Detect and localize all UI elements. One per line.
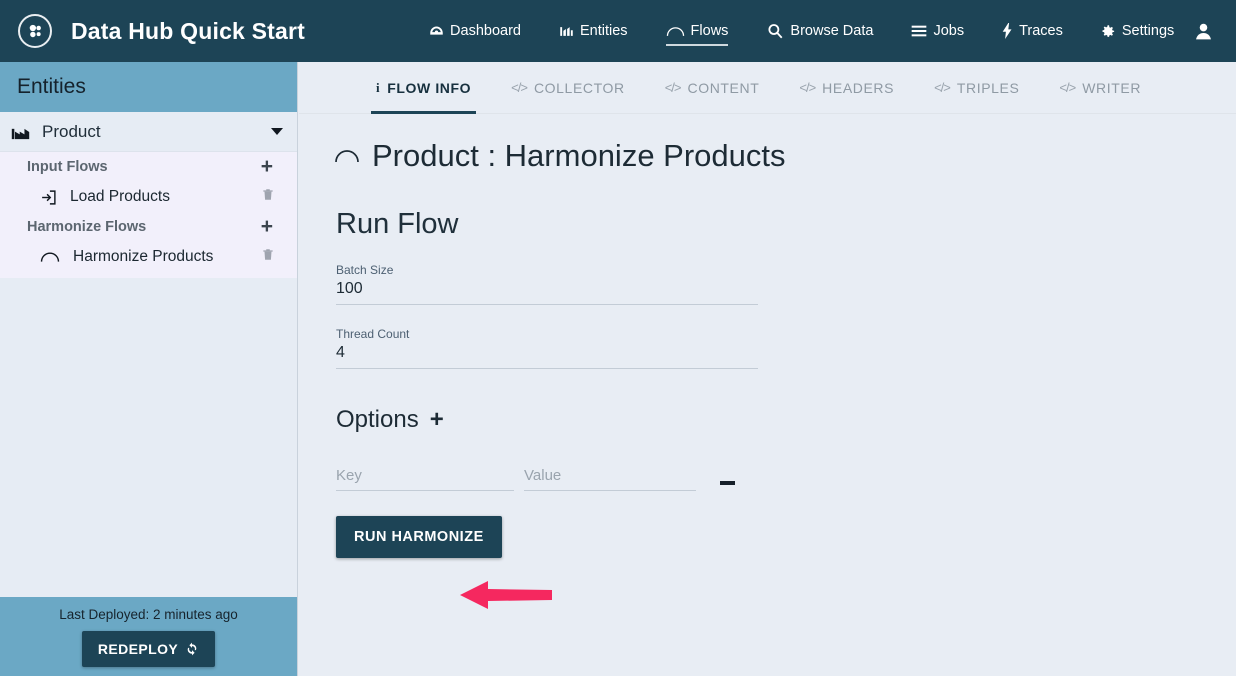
nav-link-label: Dashboard: [450, 22, 521, 39]
code-icon: </>: [511, 80, 528, 95]
entities-bar-icon: [559, 24, 574, 39]
option-key-value-row: [336, 465, 1236, 491]
field-label: Batch Size: [336, 263, 394, 277]
gear-icon: [1101, 24, 1116, 39]
app-title: Data Hub Quick Start: [71, 17, 306, 44]
sidebar-item-load-products[interactable]: Load Products: [0, 182, 297, 212]
tab-label: WRITER: [1082, 79, 1142, 96]
tab-writer[interactable]: </> WRITER: [1039, 62, 1161, 114]
brand-block[interactable]: Data Hub Quick Start: [0, 14, 305, 48]
sidebar-entity-label: Product: [42, 121, 101, 141]
nav-link-label: Settings: [1121, 22, 1175, 39]
sidebar-header: Entities: [0, 62, 297, 112]
sidebar-footer: Last Deployed: 2 minutes ago REDEPLOY: [0, 597, 297, 676]
sidebar: Entities Product Input Flows + Load Prod…: [0, 62, 298, 676]
sidebar-flows-list: Input Flows + Load Products Harmonize Fl…: [0, 152, 297, 278]
trash-icon[interactable]: [261, 187, 275, 207]
arc-icon: [334, 147, 360, 165]
flow-tabbar: i FLOW INFO </> COLLECTOR </> CONTENT </…: [299, 62, 1236, 114]
tab-label: HEADERS: [822, 79, 895, 96]
nav-link-label: Flows: [690, 22, 729, 39]
tab-collector[interactable]: </> COLLECTOR: [491, 62, 645, 114]
dashboard-icon: [429, 24, 444, 39]
field-batch-size[interactable]: Batch Size 100: [336, 263, 758, 305]
page-title-row: Product : Harmonize Products: [299, 114, 1236, 174]
code-icon: </>: [664, 80, 682, 95]
batch-size-input[interactable]: 100: [336, 277, 758, 305]
field-thread-count[interactable]: Thread Count 4: [336, 327, 758, 369]
field-label: Thread Count: [336, 327, 410, 341]
option-value-input[interactable]: [524, 465, 696, 491]
minus-icon[interactable]: [720, 481, 735, 485]
bolt-icon: [1002, 23, 1013, 39]
nav-link-jobs[interactable]: Jobs: [892, 0, 983, 62]
last-deployed-status: Last Deployed: 2 minutes ago: [59, 606, 238, 622]
refresh-icon: [185, 642, 199, 656]
tab-content[interactable]: </> CONTENT: [645, 62, 780, 114]
run-flow-heading: Run Flow: [336, 208, 459, 240]
search-icon: [766, 22, 784, 40]
add-option-button[interactable]: +: [430, 408, 444, 432]
page-title: Product : Harmonize Products: [372, 138, 786, 173]
tab-label: COLLECTOR: [533, 79, 625, 96]
nav-link-label: Entities: [579, 22, 628, 39]
redeploy-button[interactable]: REDEPLOY: [81, 630, 216, 667]
nav-link-label: Traces: [1019, 22, 1063, 39]
trash-icon[interactable]: [261, 247, 275, 267]
code-icon: </>: [799, 80, 816, 95]
sidebar-title: Entities: [17, 75, 86, 98]
tab-triples[interactable]: </> TRIPLES: [914, 62, 1039, 114]
nav-links: Dashboard Entities Flows Browse Data Job…: [410, 0, 1193, 62]
flow-group-input-flows: Input Flows +: [0, 152, 297, 182]
add-input-flow-button[interactable]: +: [259, 156, 275, 177]
nav-link-label: Browse Data: [790, 22, 874, 39]
options-row: Options +: [336, 406, 1236, 434]
tab-label: TRIPLES: [956, 79, 1020, 96]
sidebar-item-label: Load Products: [70, 188, 170, 205]
nav-link-entities[interactable]: Entities: [540, 0, 647, 62]
flow-group-harmonize-flows: Harmonize Flows +: [0, 212, 297, 242]
add-harmonize-flow-button[interactable]: +: [259, 216, 275, 237]
flow-group-label: Harmonize Flows: [27, 219, 147, 235]
run-harmonize-button[interactable]: RUN HARMONIZE: [336, 516, 502, 558]
option-key-input[interactable]: [336, 465, 514, 491]
molecule-logo-icon: [18, 14, 52, 48]
factory-icon: [11, 124, 30, 140]
nav-link-settings[interactable]: Settings: [1082, 0, 1193, 62]
tab-headers[interactable]: </> HEADERS: [779, 62, 914, 114]
info-icon: i: [376, 79, 381, 95]
nav-link-traces[interactable]: Traces: [983, 0, 1082, 62]
run-flow-form: Run Flow Batch Size 100 Thread Count 4 O…: [299, 174, 1236, 558]
redeploy-button-label: REDEPLOY: [97, 640, 179, 657]
arc-icon: [40, 250, 60, 264]
options-heading: Options: [336, 406, 419, 433]
nav-link-browse-data[interactable]: Browse Data: [747, 0, 892, 62]
main-content: i FLOW INFO </> COLLECTOR </> CONTENT </…: [299, 62, 1236, 676]
chevron-down-icon[interactable]: [271, 128, 283, 135]
tab-flow-info[interactable]: i FLOW INFO: [356, 62, 491, 114]
jobs-list-icon: [911, 24, 927, 38]
top-navbar: Data Hub Quick Start Dashboard Entities: [0, 0, 1236, 62]
code-icon: </>: [1059, 80, 1076, 95]
nav-link-flows[interactable]: Flows: [647, 0, 748, 62]
code-icon: </>: [934, 80, 951, 95]
nav-link-dashboard[interactable]: Dashboard: [410, 0, 540, 62]
sidebar-item-label: Harmonize Products: [73, 248, 214, 265]
sidebar-entity-product[interactable]: Product: [0, 112, 297, 152]
flow-group-label: Input Flows: [27, 159, 108, 175]
tab-label: CONTENT: [687, 79, 760, 96]
user-avatar-icon[interactable]: [1193, 21, 1214, 42]
flows-arc-icon: [666, 24, 685, 39]
sidebar-item-harmonize-products[interactable]: Harmonize Products: [0, 242, 297, 272]
thread-count-input[interactable]: 4: [336, 341, 758, 369]
nav-link-label: Jobs: [933, 22, 965, 39]
sign-in-icon: [40, 189, 57, 206]
tab-label: FLOW INFO: [387, 79, 472, 96]
